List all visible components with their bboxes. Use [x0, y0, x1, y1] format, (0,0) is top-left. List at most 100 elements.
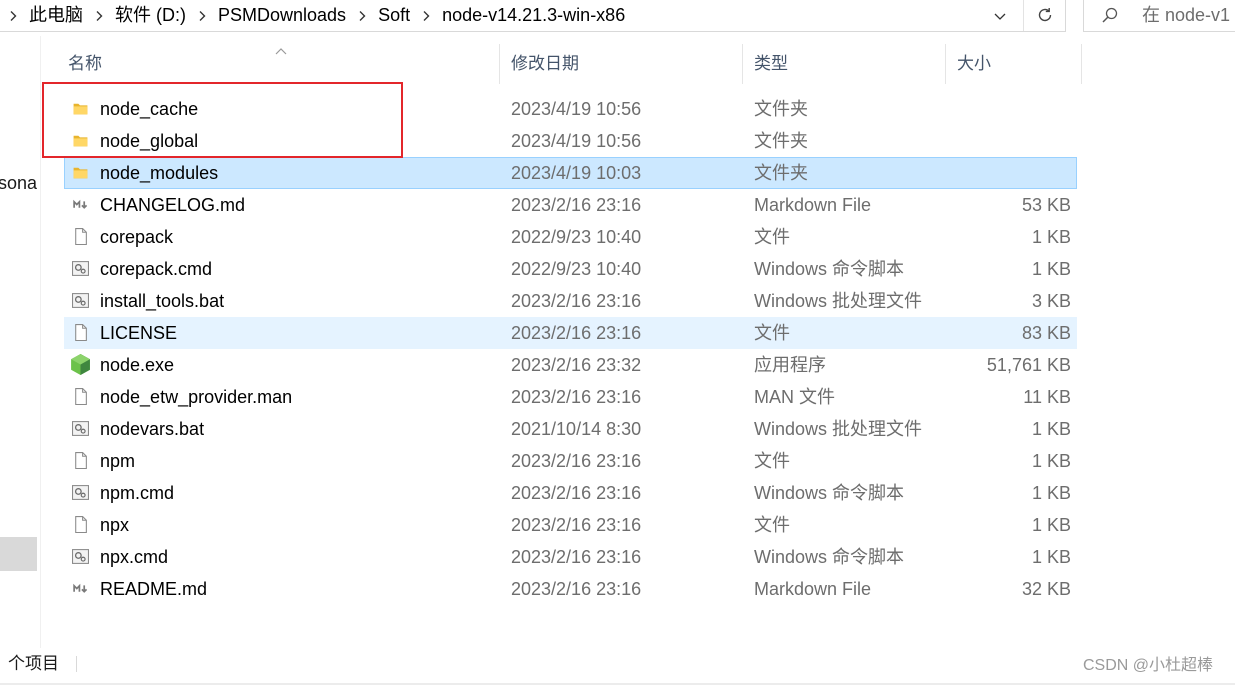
file-modified: 2023/4/19 10:56 — [511, 131, 642, 151]
file-type: Windows 命令脚本 — [754, 259, 905, 279]
file-row[interactable]: corepack.cmd 2022/9/23 10:40 Windows 命令脚本 1… — [64, 253, 1077, 285]
file-modified: 2023/2/16 23:16 — [511, 547, 642, 567]
column-header-row: 名称 修改日期 类型 大小 — [0, 44, 1235, 84]
file-icon — [72, 452, 89, 469]
breadcrumb-item[interactable]: node-v14.21.3-win-x86 — [439, 0, 628, 31]
status-divider — [76, 656, 77, 672]
breadcrumb-separator-icon[interactable] — [195, 8, 209, 24]
file-modified: 2023/2/16 23:16 — [511, 579, 642, 599]
script-file-icon — [72, 260, 89, 277]
file-type: 文件 — [754, 227, 790, 247]
file-size: 1 KB — [1031, 419, 1071, 439]
folder-icon — [72, 100, 89, 117]
file-name: node_global — [100, 131, 199, 151]
file-modified: 2022/9/23 10:40 — [511, 259, 642, 279]
script-file-icon — [72, 420, 89, 437]
file-row[interactable]: CHANGELOG.md 2023/2/16 23:16 Markdown File… — [64, 189, 1077, 221]
file-row[interactable]: node_global 2023/4/19 10:56 文件夹 — [64, 125, 1077, 157]
file-name: node_modules — [100, 163, 219, 183]
file-modified: 2023/2/16 23:32 — [511, 355, 642, 375]
file-size: 1 KB — [1031, 451, 1071, 471]
file-row[interactable]: node.exe 2023/2/16 23:32 应用程序 51,761 KB — [64, 349, 1077, 381]
file-modified: 2023/2/16 23:16 — [511, 483, 642, 503]
folder-icon — [72, 132, 89, 149]
sort-ascending-icon — [275, 42, 287, 55]
file-name: node_etw_provider.man — [100, 387, 293, 407]
file-type: 文件夹 — [754, 99, 808, 119]
file-row[interactable]: corepack 2022/9/23 10:40 文件 1 KB — [64, 221, 1077, 253]
file-row[interactable]: npx 2023/2/16 23:16 文件 1 KB — [64, 509, 1077, 541]
file-modified: 2023/2/16 23:16 — [511, 323, 642, 343]
file-row[interactable]: npm.cmd 2023/2/16 23:16 Windows 命令脚本 1 KB — [64, 477, 1077, 509]
node-app-icon — [70, 353, 91, 376]
file-row[interactable]: node_etw_provider.man 2023/2/16 23:16 MAN … — [64, 381, 1077, 413]
script-file-icon — [72, 292, 89, 309]
file-row[interactable]: npm 2023/2/16 23:16 文件 1 KB — [64, 445, 1077, 477]
breadcrumb-item[interactable]: PSMDownloads — [215, 0, 349, 31]
breadcrumb-separator-icon[interactable] — [355, 8, 369, 24]
file-name: npx.cmd — [100, 547, 169, 567]
file-modified: 2022/9/23 10:40 — [511, 227, 642, 247]
file-type: 应用程序 — [754, 355, 826, 375]
file-row[interactable]: node_modules 2023/4/19 10:03 文件夹 — [64, 157, 1077, 189]
file-row[interactable]: npx.cmd 2023/2/16 23:16 Windows 命令脚本 1 KB — [64, 541, 1077, 573]
column-header-type[interactable]: 类型 — [743, 44, 946, 84]
script-file-icon — [72, 484, 89, 501]
file-type: 文件夹 — [754, 163, 808, 183]
breadcrumb-item[interactable]: 软件 (D:) — [112, 0, 189, 31]
file-row[interactable]: nodevars.bat 2021/10/14 8:30 Windows 批处理文件… — [64, 413, 1077, 445]
file-icon — [72, 324, 89, 341]
file-name: install_tools.bat — [100, 291, 225, 311]
file-type: 文件夹 — [754, 131, 808, 151]
file-type: Windows 命令脚本 — [754, 483, 905, 503]
file-size: 1 KB — [1031, 227, 1071, 247]
script-file-icon — [72, 548, 89, 565]
file-row[interactable]: node_cache 2023/4/19 10:56 文件夹 — [64, 93, 1077, 125]
file-name: LICENSE — [100, 323, 178, 343]
folder-icon — [72, 164, 89, 181]
file-icon — [72, 228, 89, 245]
file-modified: 2023/2/16 23:16 — [511, 195, 642, 215]
file-modified: 2023/4/19 10:56 — [511, 99, 642, 119]
file-type: Markdown File — [754, 195, 872, 215]
file-size: 1 KB — [1031, 547, 1071, 567]
file-type: Windows 批处理文件 — [754, 419, 923, 439]
breadcrumb-item[interactable]: Soft — [375, 0, 413, 31]
chevron-down-icon[interactable] — [992, 8, 1008, 24]
file-modified: 2023/2/16 23:16 — [511, 291, 642, 311]
file-modified: 2023/2/16 23:16 — [511, 515, 642, 535]
search-icon — [1101, 6, 1119, 24]
file-icon — [72, 516, 89, 533]
file-row[interactable]: README.md 2023/2/16 23:16 Markdown File 32 … — [64, 573, 1077, 605]
breadcrumb-separator-icon[interactable] — [92, 8, 106, 24]
address-bar[interactable]: 此电脑 软件 (D:) PSMDownloads Soft node-v14.21.3-… — [0, 0, 1066, 32]
watermark: CSDN @小杜超棒 — [1083, 657, 1214, 674]
breadcrumb-separator-icon[interactable] — [6, 8, 20, 24]
column-header-size[interactable]: 大小 — [946, 44, 1082, 84]
breadcrumb-separator-icon[interactable] — [419, 8, 433, 24]
file-row[interactable]: install_tools.bat 2023/2/16 23:16 Windows … — [64, 285, 1077, 317]
file-type: Windows 批处理文件 — [754, 291, 923, 311]
file-size: 11 KB — [1023, 387, 1071, 407]
file-size: 1 KB — [1031, 259, 1071, 279]
file-modified: 2021/10/14 8:30 — [511, 419, 642, 439]
search-input[interactable] — [1142, 0, 1235, 31]
file-name: nodevars.bat — [100, 419, 205, 439]
file-icon — [72, 388, 89, 405]
file-name: npm — [100, 451, 136, 471]
column-header-name[interactable]: 名称 — [41, 44, 500, 84]
column-header-modified[interactable]: 修改日期 — [500, 44, 743, 84]
file-row[interactable]: LICENSE 2023/2/16 23:16 文件 83 KB — [64, 317, 1077, 349]
status-item-count: 个项目 — [8, 654, 59, 673]
file-modified: 2023/4/19 10:03 — [511, 163, 642, 183]
breadcrumb-item[interactable]: 此电脑 — [26, 0, 86, 31]
markdown-file-icon — [72, 196, 89, 213]
refresh-icon[interactable] — [1036, 6, 1054, 24]
file-size: 1 KB — [1031, 515, 1071, 535]
breadcrumb: 此电脑 软件 (D:) PSMDownloads Soft node-v14.21.3-… — [0, 0, 628, 31]
markdown-file-icon — [72, 580, 89, 597]
file-type: Windows 命令脚本 — [754, 547, 905, 567]
file-name: npx — [100, 515, 130, 535]
file-size: 1 KB — [1031, 483, 1071, 503]
address-bar-divider — [1023, 0, 1024, 31]
